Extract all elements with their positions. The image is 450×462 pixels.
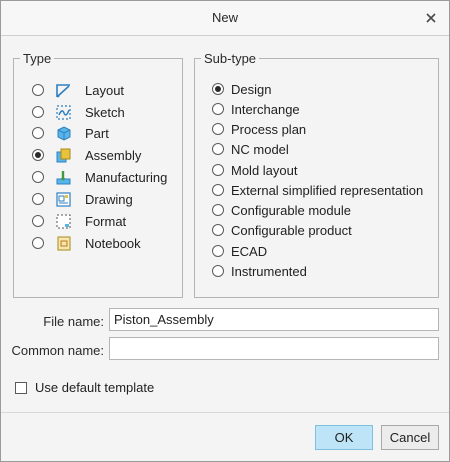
layout-icon bbox=[56, 83, 70, 97]
type-option-format[interactable]: Format bbox=[32, 211, 126, 231]
subtype-label: Configurable module bbox=[231, 202, 351, 218]
manufacturing-icon bbox=[56, 170, 71, 184]
cancel-button[interactable]: Cancel bbox=[381, 425, 439, 450]
file-name-input[interactable] bbox=[109, 308, 439, 331]
subtype-label: Process plan bbox=[231, 121, 307, 137]
type-label: Assembly bbox=[85, 147, 142, 163]
radio-button[interactable] bbox=[32, 127, 44, 139]
radio-button[interactable] bbox=[32, 237, 44, 249]
radio-button[interactable] bbox=[212, 245, 224, 257]
dialog-title: New bbox=[211, 10, 238, 25]
radio-button[interactable] bbox=[32, 171, 44, 183]
use-default-template-option[interactable]: Use default template bbox=[15, 380, 154, 395]
subtype-label: Mold layout bbox=[231, 162, 298, 178]
subtype-option-mold-layout[interactable]: Mold layout bbox=[212, 160, 297, 180]
part-icon bbox=[57, 125, 71, 141]
radio-button[interactable] bbox=[212, 83, 224, 95]
type-option-sketch[interactable]: Sketch bbox=[32, 102, 125, 122]
type-option-drawing[interactable]: Drawing bbox=[32, 189, 133, 209]
subtype-option-external-simplified-rep[interactable]: External simplified representation bbox=[212, 180, 423, 200]
type-label: Layout bbox=[85, 82, 125, 98]
radio-button[interactable] bbox=[212, 143, 224, 155]
use-default-template-label: Use default template bbox=[35, 380, 155, 395]
type-label: Format bbox=[85, 213, 127, 229]
file-name-label: File name: bbox=[43, 314, 104, 329]
type-label: Notebook bbox=[85, 235, 141, 251]
subtype-label: Instrumented bbox=[231, 263, 307, 279]
close-button[interactable] bbox=[421, 8, 441, 28]
radio-button[interactable] bbox=[212, 123, 224, 135]
radio-button[interactable] bbox=[32, 84, 44, 96]
type-option-notebook[interactable]: Notebook bbox=[32, 233, 141, 253]
subtype-option-configurable-product[interactable]: Configurable product bbox=[212, 220, 352, 240]
subtype-option-interchange[interactable]: Interchange bbox=[212, 99, 300, 119]
ok-button[interactable]: OK bbox=[315, 425, 373, 450]
common-name-input[interactable] bbox=[109, 337, 439, 360]
type-label: Manufacturing bbox=[85, 169, 168, 185]
new-file-dialog: New Type Layout Sketch Part Assembly Man… bbox=[0, 0, 450, 462]
type-option-manufacturing[interactable]: Manufacturing bbox=[32, 167, 167, 187]
drawing-icon bbox=[56, 191, 71, 207]
use-default-template-checkbox[interactable] bbox=[15, 381, 27, 394]
type-option-layout[interactable]: Layout bbox=[32, 80, 124, 100]
type-group-legend: Type bbox=[23, 51, 52, 66]
assembly-icon bbox=[56, 148, 71, 162]
subtype-option-design[interactable]: Design bbox=[212, 79, 271, 99]
subtype-label: Configurable product bbox=[231, 222, 352, 238]
subtype-option-nc-model[interactable]: NC model bbox=[212, 139, 289, 159]
subtype-label: NC model bbox=[231, 141, 289, 157]
type-label: Sketch bbox=[85, 104, 125, 120]
type-label: Part bbox=[85, 125, 109, 141]
subtype-option-instrumented[interactable]: Instrumented bbox=[212, 261, 307, 281]
close-icon bbox=[426, 13, 436, 23]
radio-button[interactable] bbox=[32, 106, 44, 118]
radio-button[interactable] bbox=[212, 204, 224, 216]
radio-button[interactable] bbox=[32, 149, 44, 161]
type-label: Drawing bbox=[85, 191, 133, 207]
radio-button[interactable] bbox=[212, 103, 224, 115]
radio-button[interactable] bbox=[212, 184, 224, 196]
subtype-label: Interchange bbox=[231, 101, 300, 117]
radio-button[interactable] bbox=[32, 215, 44, 227]
title-bar: New bbox=[1, 1, 449, 36]
radio-button[interactable] bbox=[212, 164, 224, 176]
radio-button[interactable] bbox=[212, 265, 224, 277]
radio-button[interactable] bbox=[212, 224, 224, 236]
subtype-option-configurable-module[interactable]: Configurable module bbox=[212, 200, 351, 220]
subtype-label: External simplified representation bbox=[231, 182, 424, 198]
type-option-part[interactable]: Part bbox=[32, 123, 109, 143]
type-option-assembly[interactable]: Assembly bbox=[32, 145, 141, 165]
subtype-label: Design bbox=[231, 81, 272, 97]
radio-button[interactable] bbox=[32, 193, 44, 205]
subtype-option-ecad[interactable]: ECAD bbox=[212, 241, 267, 261]
subtype-option-process-plan[interactable]: Process plan bbox=[212, 119, 306, 139]
subtype-label: ECAD bbox=[231, 243, 268, 259]
format-icon bbox=[56, 214, 71, 228]
sketch-icon bbox=[56, 104, 71, 120]
common-name-label: Common name: bbox=[11, 343, 104, 358]
subtype-group-legend: Sub-type bbox=[204, 51, 257, 66]
notebook-icon bbox=[57, 236, 71, 250]
